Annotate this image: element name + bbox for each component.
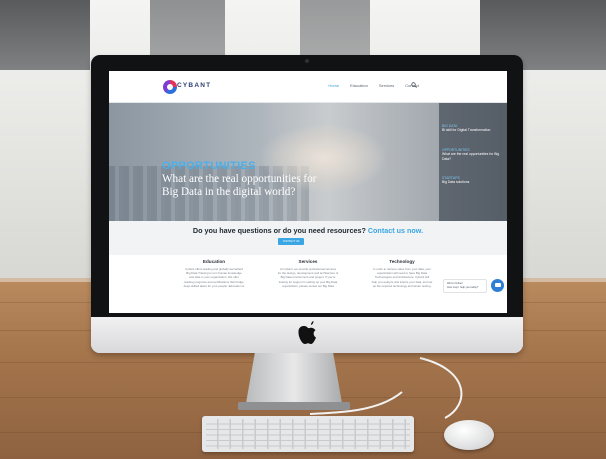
column-title[interactable]: Education <box>169 259 259 264</box>
nav-education[interactable]: Education <box>350 83 368 88</box>
sidebar-item-opportunities[interactable]: OPPORTUNITIES What are the real opportun… <box>442 148 504 161</box>
sidebar-item-big-data[interactable]: BIG DATA Bi skill for Digital Transforma… <box>442 124 504 133</box>
camera <box>305 59 309 63</box>
chat-bubble-icon[interactable] <box>491 279 504 292</box>
brand-logo-icon[interactable] <box>163 80 177 94</box>
chat-line-2: How may I help you today? <box>447 285 479 289</box>
site-header: CYBANT Home Education Services Contact <box>109 71 507 103</box>
mouse <box>444 420 494 450</box>
hero-sidebar <box>439 103 507 221</box>
sidebar-item-startups[interactable]: STARTUPS Big Data solutions <box>442 176 504 185</box>
sidebar-text: What are the real opportunities for Big … <box>442 152 500 161</box>
column-text: Cybant offers leading and globally accre… <box>183 267 245 288</box>
column-text: At Cybant, we provide professional servi… <box>277 267 339 288</box>
sidebar-text: Big Data solutions <box>442 180 470 185</box>
column-education: Education Cybant offers leading and glob… <box>169 259 259 288</box>
imac-stand <box>245 353 343 409</box>
column-title[interactable]: Technology <box>357 259 447 264</box>
website-screen: CYBANT Home Education Services Contact O… <box>109 71 507 313</box>
cta-heading: Do you have questions or do you need res… <box>109 226 507 235</box>
column-text: In order to retrieve value from your dat… <box>371 267 433 288</box>
apple-logo-icon <box>298 321 316 344</box>
cta-question: Do you have questions or do you need res… <box>192 226 366 235</box>
contact-us-button[interactable]: CONTACT US <box>278 238 304 245</box>
keyboard-keys <box>206 419 410 449</box>
sidebar-text: Bi skill for Digital Transformation <box>442 128 491 133</box>
search-icon[interactable] <box>411 82 417 88</box>
hero-eyebrow: OPPORTUNITIES <box>162 160 256 172</box>
chat-greeting[interactable]: We're Online! How may I help you today? <box>443 279 487 293</box>
brand-name[interactable]: CYBANT <box>177 82 211 89</box>
column-technology: Technology In order to retrieve value fr… <box>357 259 447 288</box>
cta-contact-link[interactable]: Contact us now. <box>368 226 423 235</box>
imac-stand-base <box>238 402 350 410</box>
column-services: Services At Cybant, we provide professio… <box>263 259 353 288</box>
nav-services[interactable]: Services <box>379 83 394 88</box>
hero-title[interactable]: What are the real opportunities for Big … <box>162 173 322 199</box>
nav-home[interactable]: Home <box>328 83 339 88</box>
main-nav: Home Education Services Contact <box>328 83 419 88</box>
column-title[interactable]: Services <box>263 259 353 264</box>
